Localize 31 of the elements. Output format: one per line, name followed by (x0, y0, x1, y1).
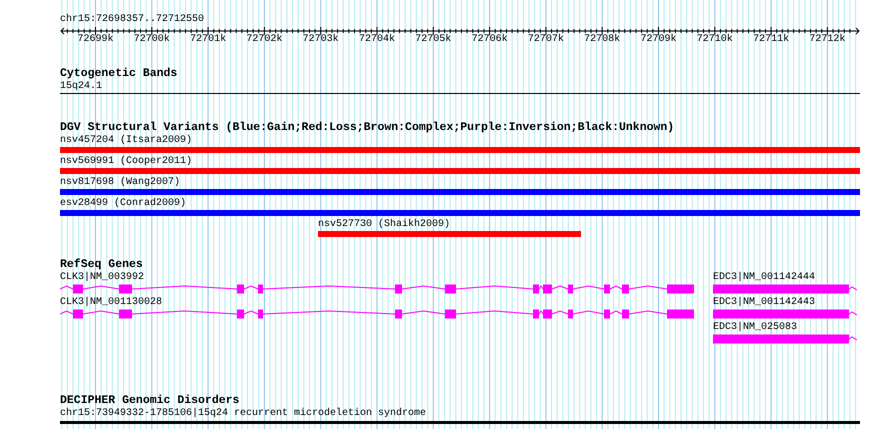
track-title: Cytogenetic Bands (60, 67, 178, 81)
tick-label: 72710k (696, 34, 733, 46)
track-title: DGV Structural Variants (Blue:Gain;Red:Loss;Brown:Complex;Purple:Inversion;Black:Unknown) (60, 121, 674, 134)
disorder-label: chr15:73949332-1785106|15q24 recurrent microdeletion syndrome (60, 408, 426, 420)
tick-label: 72707k (528, 34, 564, 46)
track-title: RefSeq Genes (60, 258, 143, 272)
gene-label: EDC3|NM_025083 (713, 322, 798, 334)
variant-label: nsv817698 (Wang2007) (60, 177, 180, 189)
coordinate-range: chr15:72698357..72712550 (60, 14, 204, 26)
gene-label: CLK3|NM_003992 (60, 272, 144, 284)
tick-label: 72701k (190, 34, 226, 46)
tick-label: 72712k (809, 34, 846, 46)
tick-label: 72704k (359, 34, 395, 46)
gene-label: CLK3|NM_001130028 (60, 297, 162, 309)
gene-label: EDC3|NM_001142443 (713, 297, 816, 309)
tick-label: 72700k (134, 34, 170, 46)
tick-label: 72702k (246, 34, 282, 46)
variant-label: nsv457204 (Itsara2009) (60, 135, 192, 147)
band-label: 15q24.1 (60, 81, 102, 93)
tick-label: 72709k (640, 34, 676, 46)
tick-label: 72708k (584, 34, 620, 46)
variant-label: nsv527730 (Shaikh2009) (318, 219, 450, 231)
tick-label: 72705k (415, 34, 452, 46)
track-title: DECIPHER Genomic Disorders (60, 394, 240, 408)
tick-label: 72706k (472, 34, 508, 46)
tick-label: 72703k (302, 34, 339, 46)
tick-label: 72699k (78, 34, 114, 46)
variant-label: esv28499 (Conrad2009) (60, 198, 186, 210)
gene-label: EDC3|NM_001142444 (713, 272, 816, 284)
variant-label: nsv569991 (Cooper2011) (60, 156, 192, 168)
tick-label: 72711k (753, 34, 790, 46)
